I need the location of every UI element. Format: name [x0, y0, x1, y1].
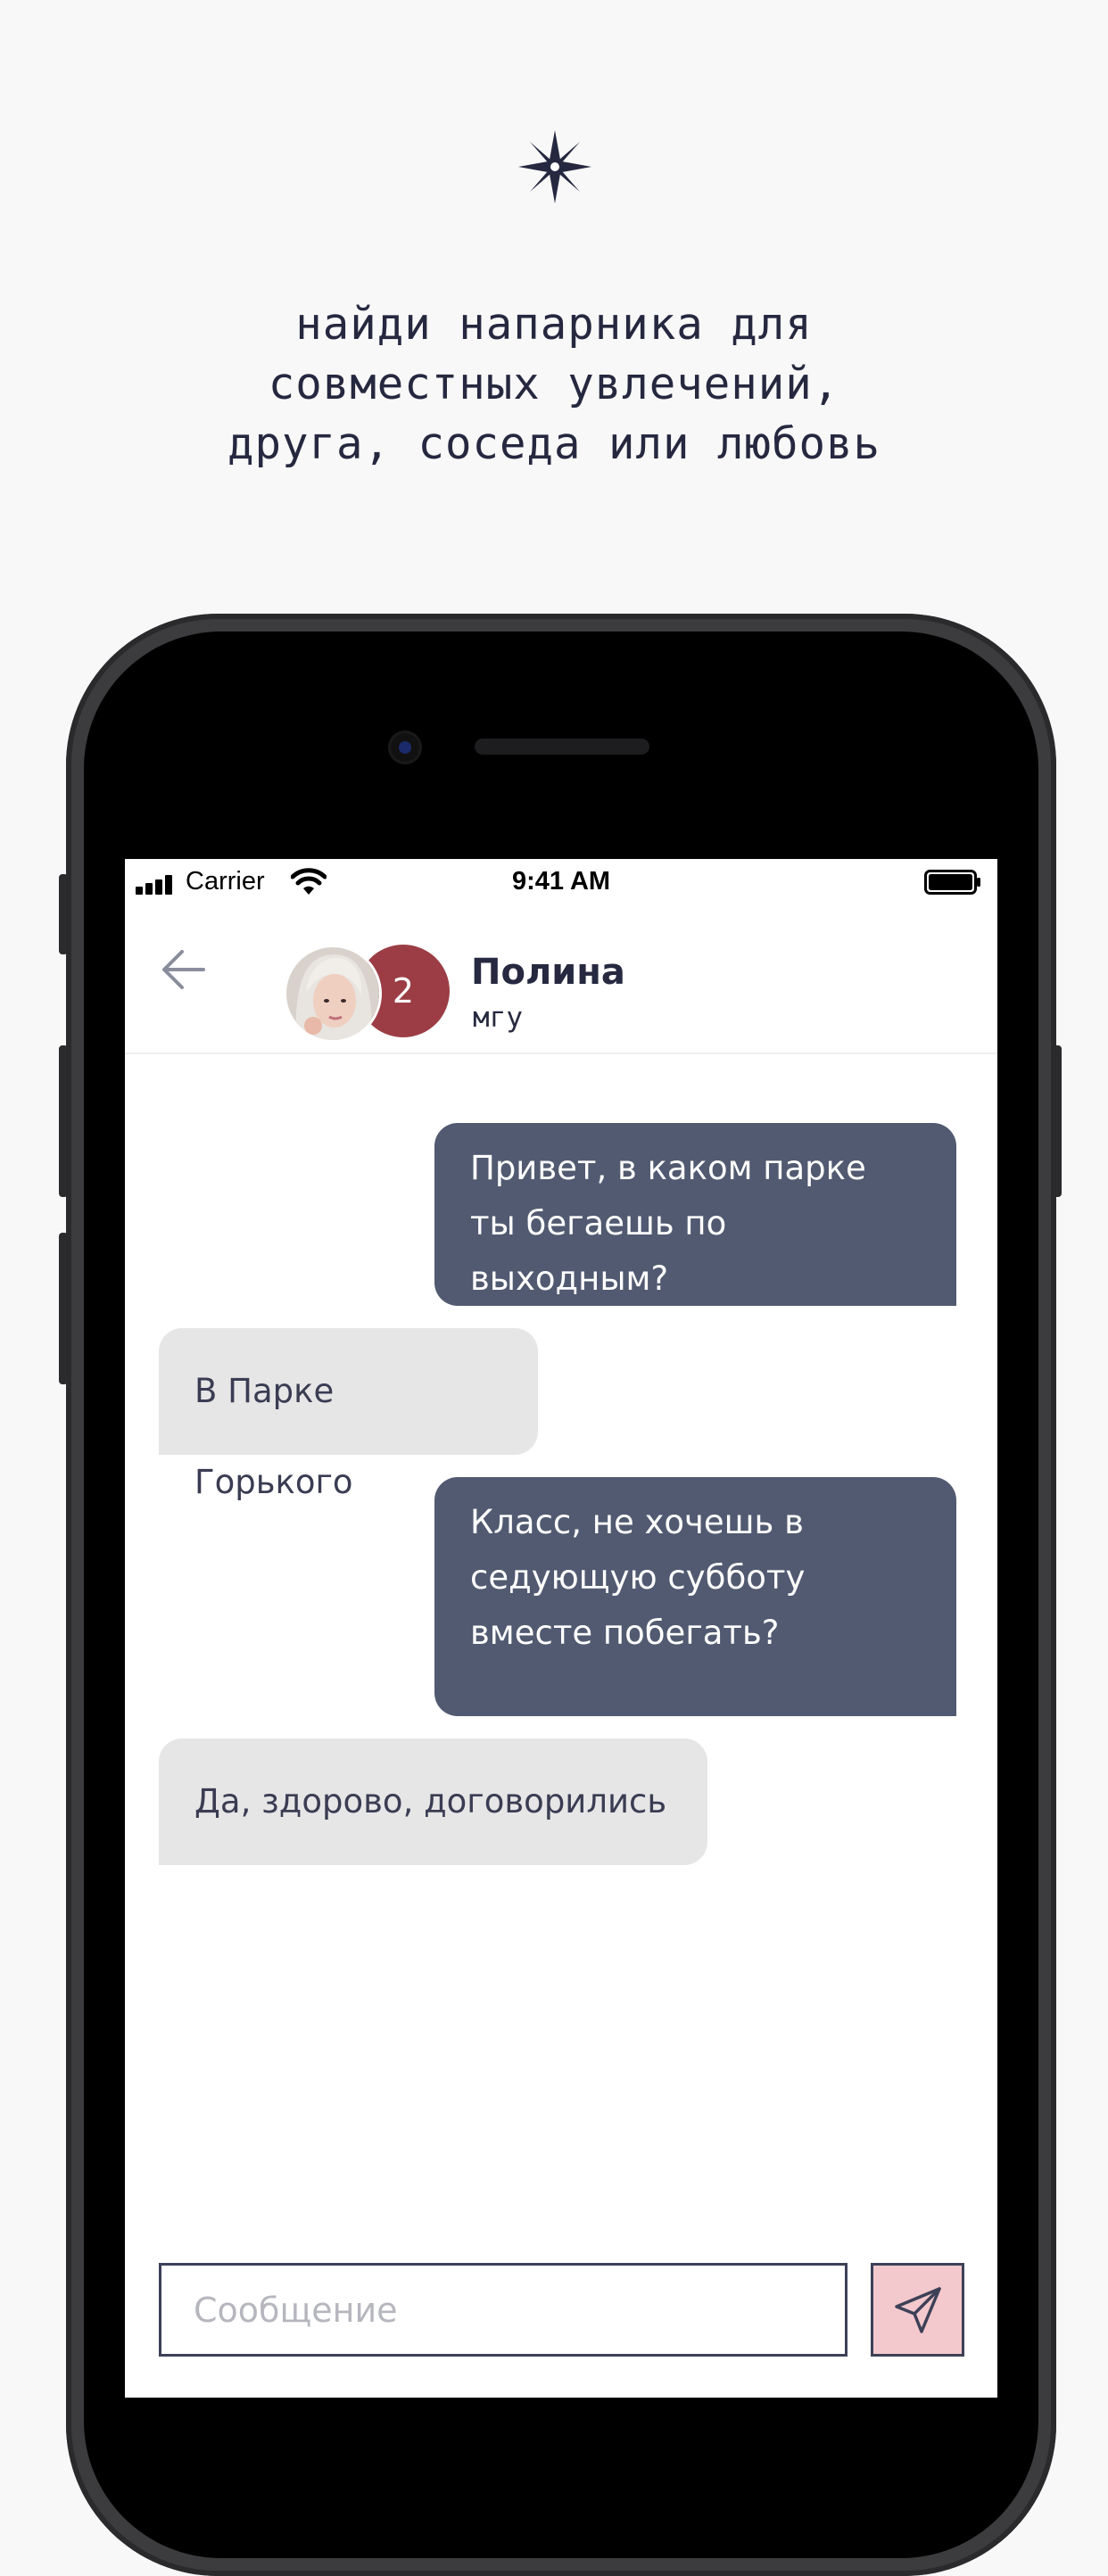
earpiece-speaker	[475, 739, 649, 755]
send-button[interactable]	[871, 2263, 964, 2357]
message-outgoing: Привет, в каком парке ты бегаешь по выхо…	[434, 1123, 956, 1306]
message-incoming: Да, здорово, договорились	[159, 1738, 707, 1865]
tagline-line-1: найди напарника для	[295, 299, 813, 350]
battery-icon	[924, 870, 980, 895]
front-camera	[391, 733, 419, 762]
chat-header: 2 Полина мгу	[125, 904, 997, 1054]
message-outgoing: Класс, не хочешь в седующую субботу вмес…	[434, 1477, 956, 1716]
contact-name: Полина	[471, 952, 625, 993]
message-input[interactable]	[159, 2263, 848, 2357]
phone-screen: Carrier 9:41 AM 2 Полина мгу Привет, в к…	[125, 859, 997, 2398]
tagline-line-3: друга, соседа или любовь	[227, 418, 881, 469]
avatar[interactable]	[284, 945, 382, 1043]
tagline-line-2: совместных увлечений,	[268, 359, 840, 409]
star-logo-icon	[518, 130, 591, 203]
message-incoming: В Парке Горького	[159, 1328, 538, 1501]
status-time: 9:41 AM	[511, 867, 611, 896]
avatar-image	[286, 947, 379, 1040]
status-bar: Carrier 9:41 AM	[125, 859, 997, 904]
send-paper-plane-icon	[895, 2287, 941, 2333]
tagline: найди напарника для совместных увлечений…	[0, 294, 1108, 474]
arrow-left-icon[interactable]	[159, 945, 209, 995]
contact-subtitle: мгу	[473, 1002, 523, 1034]
